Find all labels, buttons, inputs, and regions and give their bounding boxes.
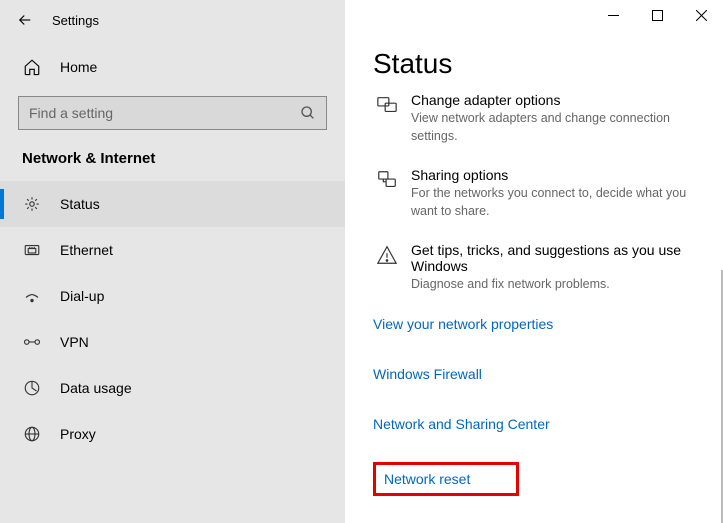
back-button[interactable] <box>10 5 40 35</box>
window-controls <box>591 0 723 30</box>
nav-label: VPN <box>60 334 89 350</box>
setting-adapter[interactable]: Change adapter options View network adap… <box>373 92 703 145</box>
nav-item-status[interactable]: Status <box>0 181 345 227</box>
main-content: Status Change adapter options View netwo… <box>345 0 723 523</box>
link-network-sharing-center[interactable]: Network and Sharing Center <box>373 416 550 432</box>
link-network-reset[interactable]: Network reset <box>384 471 470 487</box>
setting-title: Change adapter options <box>411 92 703 108</box>
nav-label: Dial-up <box>60 288 104 304</box>
setting-troubleshoot[interactable]: Get tips, tricks, and suggestions as you… <box>373 242 703 294</box>
highlight-box: Network reset <box>373 462 519 496</box>
minimize-button[interactable] <box>591 0 635 30</box>
search-icon <box>300 105 316 121</box>
setting-desc: View network adapters and change connect… <box>411 110 703 145</box>
adapter-icon <box>373 92 401 145</box>
search-box[interactable] <box>18 96 327 130</box>
link-network-properties[interactable]: View your network properties <box>373 316 553 332</box>
setting-desc: Diagnose and fix network problems. <box>411 276 703 294</box>
nav-label: Ethernet <box>60 242 113 258</box>
setting-title: Sharing options <box>411 167 703 183</box>
section-header: Network & Internet <box>0 148 345 181</box>
nav-label: Status <box>60 196 100 212</box>
nav-item-datausage[interactable]: Data usage <box>0 365 345 411</box>
link-windows-firewall[interactable]: Windows Firewall <box>373 366 482 382</box>
datausage-icon <box>22 379 42 397</box>
dialup-icon <box>22 287 42 305</box>
nav-item-dialup[interactable]: Dial-up <box>0 273 345 319</box>
maximize-button[interactable] <box>635 0 679 30</box>
setting-sharing[interactable]: Sharing options For the networks you con… <box>373 167 703 220</box>
nav-label: Proxy <box>60 426 96 442</box>
nav-item-vpn[interactable]: VPN <box>0 319 345 365</box>
nav-item-ethernet[interactable]: Ethernet <box>0 227 345 273</box>
close-button[interactable] <box>679 0 723 30</box>
sharing-icon <box>373 167 401 220</box>
titlebar: Settings <box>0 0 345 40</box>
vpn-icon <box>22 335 42 349</box>
page-title: Status <box>373 48 703 80</box>
warning-icon <box>373 242 401 294</box>
status-icon <box>22 195 42 213</box>
search-input[interactable] <box>29 105 300 121</box>
setting-desc: For the networks you connect to, decide … <box>411 185 703 220</box>
home-label: Home <box>60 59 97 75</box>
sidebar: Settings Home Network & Internet Status <box>0 0 345 523</box>
home-nav[interactable]: Home <box>0 48 345 86</box>
nav-item-proxy[interactable]: Proxy <box>0 411 345 457</box>
home-icon <box>22 58 42 76</box>
setting-title: Get tips, tricks, and suggestions as you… <box>411 242 703 274</box>
proxy-icon <box>22 425 42 443</box>
ethernet-icon <box>22 241 42 259</box>
nav-label: Data usage <box>60 380 132 396</box>
app-title: Settings <box>52 13 99 28</box>
